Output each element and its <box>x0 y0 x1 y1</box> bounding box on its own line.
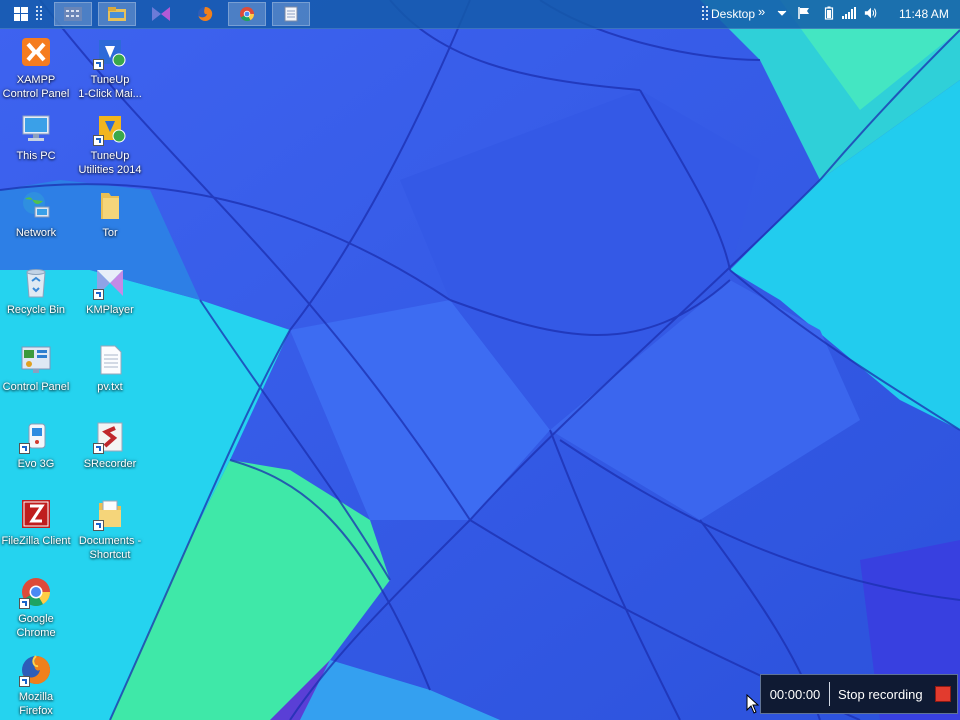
chrome-icon <box>240 7 255 22</box>
desktop-icon-label: Google Chrome <box>16 613 56 639</box>
desktop-icon-label: Network <box>15 227 57 239</box>
desktop-icon-google-chrome[interactable]: Google Chrome <box>0 575 74 640</box>
notepad-icon <box>284 6 298 22</box>
grip-icon <box>36 6 42 20</box>
desktop-toolbar-label[interactable]: Desktop <box>711 7 755 21</box>
tuneup-utilities-icon <box>93 112 127 146</box>
desktop-icon-label: TuneUp Utilities 2014 <box>78 150 142 176</box>
desktop-icon-tuneup-utilities[interactable]: TuneUp Utilities 2014 <box>72 112 148 177</box>
shortcut-arrow-icon <box>19 598 30 609</box>
desktop-icon-tuneup-1click[interactable]: TuneUp 1-Click Mai... <box>72 36 148 101</box>
desktop-icon-mozilla-firefox[interactable]: Mozilla Firefox <box>0 653 74 718</box>
firefox-icon <box>19 653 53 687</box>
this-pc-icon <box>19 112 53 146</box>
desktop-icon-label: Control Panel <box>2 381 70 393</box>
text-file-icon <box>93 343 127 377</box>
desktop-icon-recycle-bin[interactable]: Recycle Bin <box>0 266 74 317</box>
desktop-icon-this-pc[interactable]: This PC <box>0 112 74 163</box>
mouse-cursor-icon <box>746 694 760 714</box>
desktop-icon-label: Mozilla Firefox <box>18 691 54 717</box>
desktop-icon-label: pv.txt <box>97 381 123 393</box>
clock[interactable]: 11:48 AM <box>899 7 949 21</box>
taskbar-file-explorer[interactable] <box>98 2 136 26</box>
srecorder-icon <box>93 420 127 454</box>
desktop-icon-network[interactable]: Network <box>0 189 74 240</box>
firefox-icon <box>198 6 213 21</box>
shortcut-arrow-icon <box>93 59 104 70</box>
desktop-icon-kmplayer[interactable]: KMPlayer <box>72 266 148 317</box>
desktop-icon-filezilla[interactable]: FileZilla Client <box>0 497 74 548</box>
battery-icon[interactable] <box>822 6 836 20</box>
control-panel-icon <box>19 343 53 377</box>
desktop-icon-label: Tor <box>102 227 118 239</box>
documents-shortcut-icon <box>93 497 127 531</box>
kmplayer-icon <box>152 7 170 21</box>
desktop-toolbar-overflow[interactable]: » <box>758 4 765 19</box>
shortcut-arrow-icon <box>93 520 104 531</box>
taskbar: Desktop » 11:48 AM <box>0 0 960 29</box>
desktop-icon-label: KMPlayer <box>86 304 134 316</box>
desktop-icon-label: Documents - Shortcut <box>78 535 142 561</box>
recycle-bin-icon <box>19 266 53 300</box>
recording-widget: 00:00:00 Stop recording <box>760 674 958 714</box>
shortcut-arrow-icon <box>19 443 30 454</box>
desktop-icon-tor[interactable]: Tor <box>72 189 148 240</box>
desktop-icon-evo-3g[interactable]: Evo 3G <box>0 420 74 471</box>
desktop-toolbar-grip-icon <box>698 6 712 20</box>
taskbar-notepad[interactable] <box>272 2 310 26</box>
file-explorer-icon <box>108 7 126 21</box>
chrome-icon <box>19 575 53 609</box>
network-icon <box>19 189 53 223</box>
desktop-icon-pv-txt[interactable]: pv.txt <box>72 343 148 394</box>
app-switcher-icon <box>64 7 82 21</box>
desktop-icon-label: TuneUp 1-Click Mai... <box>78 74 142 100</box>
volume-icon[interactable] <box>864 6 878 20</box>
desktop[interactable]: Desktop » 11:48 AM XAMPP Control Panel T… <box>0 0 960 720</box>
desktop-icon-label: SRecorder <box>83 458 137 470</box>
desktop-icon-xampp[interactable]: XAMPP Control Panel <box>0 36 74 101</box>
stop-recording-button[interactable]: Stop recording <box>838 687 935 702</box>
taskbar-firefox[interactable] <box>186 2 224 26</box>
desktop-icon-documents-shortcut[interactable]: Documents - Shortcut <box>72 497 148 562</box>
taskbar-grip[interactable] <box>32 2 46 26</box>
desktop-icon-label: Recycle Bin <box>6 304 66 316</box>
tuneup-1click-icon <box>93 36 127 70</box>
shortcut-arrow-icon <box>93 443 104 454</box>
action-center-flag-icon[interactable] <box>797 6 811 20</box>
desktop-icon-control-panel[interactable]: Control Panel <box>0 343 74 394</box>
shortcut-arrow-icon <box>93 289 104 300</box>
desktop-icon-label: This PC <box>16 150 56 162</box>
windows-logo-icon <box>14 7 28 21</box>
signal-strength-icon[interactable] <box>842 6 856 20</box>
recording-elapsed-time: 00:00:00 <box>769 686 821 702</box>
taskbar-kmplayer[interactable] <box>142 2 180 26</box>
stop-square-icon[interactable] <box>935 686 951 702</box>
desktop-icon-label: XAMPP Control Panel <box>2 74 70 100</box>
evo-3g-icon <box>19 420 53 454</box>
recording-divider <box>829 682 830 706</box>
taskbar-chrome[interactable] <box>228 2 266 26</box>
xampp-icon <box>19 36 53 70</box>
kmplayer-icon <box>93 266 127 300</box>
desktop-icon-label: Evo 3G <box>17 458 55 470</box>
folder-icon <box>93 189 127 223</box>
desktop-icon-srecorder[interactable]: SRecorder <box>72 420 148 471</box>
shortcut-arrow-icon <box>93 135 104 146</box>
shortcut-arrow-icon <box>19 676 30 687</box>
filezilla-icon <box>19 497 53 531</box>
taskbar-app-switcher[interactable] <box>54 2 92 26</box>
desktop-icon-label: FileZilla Client <box>1 535 71 547</box>
tray-chevron-down-icon[interactable] <box>775 6 789 20</box>
